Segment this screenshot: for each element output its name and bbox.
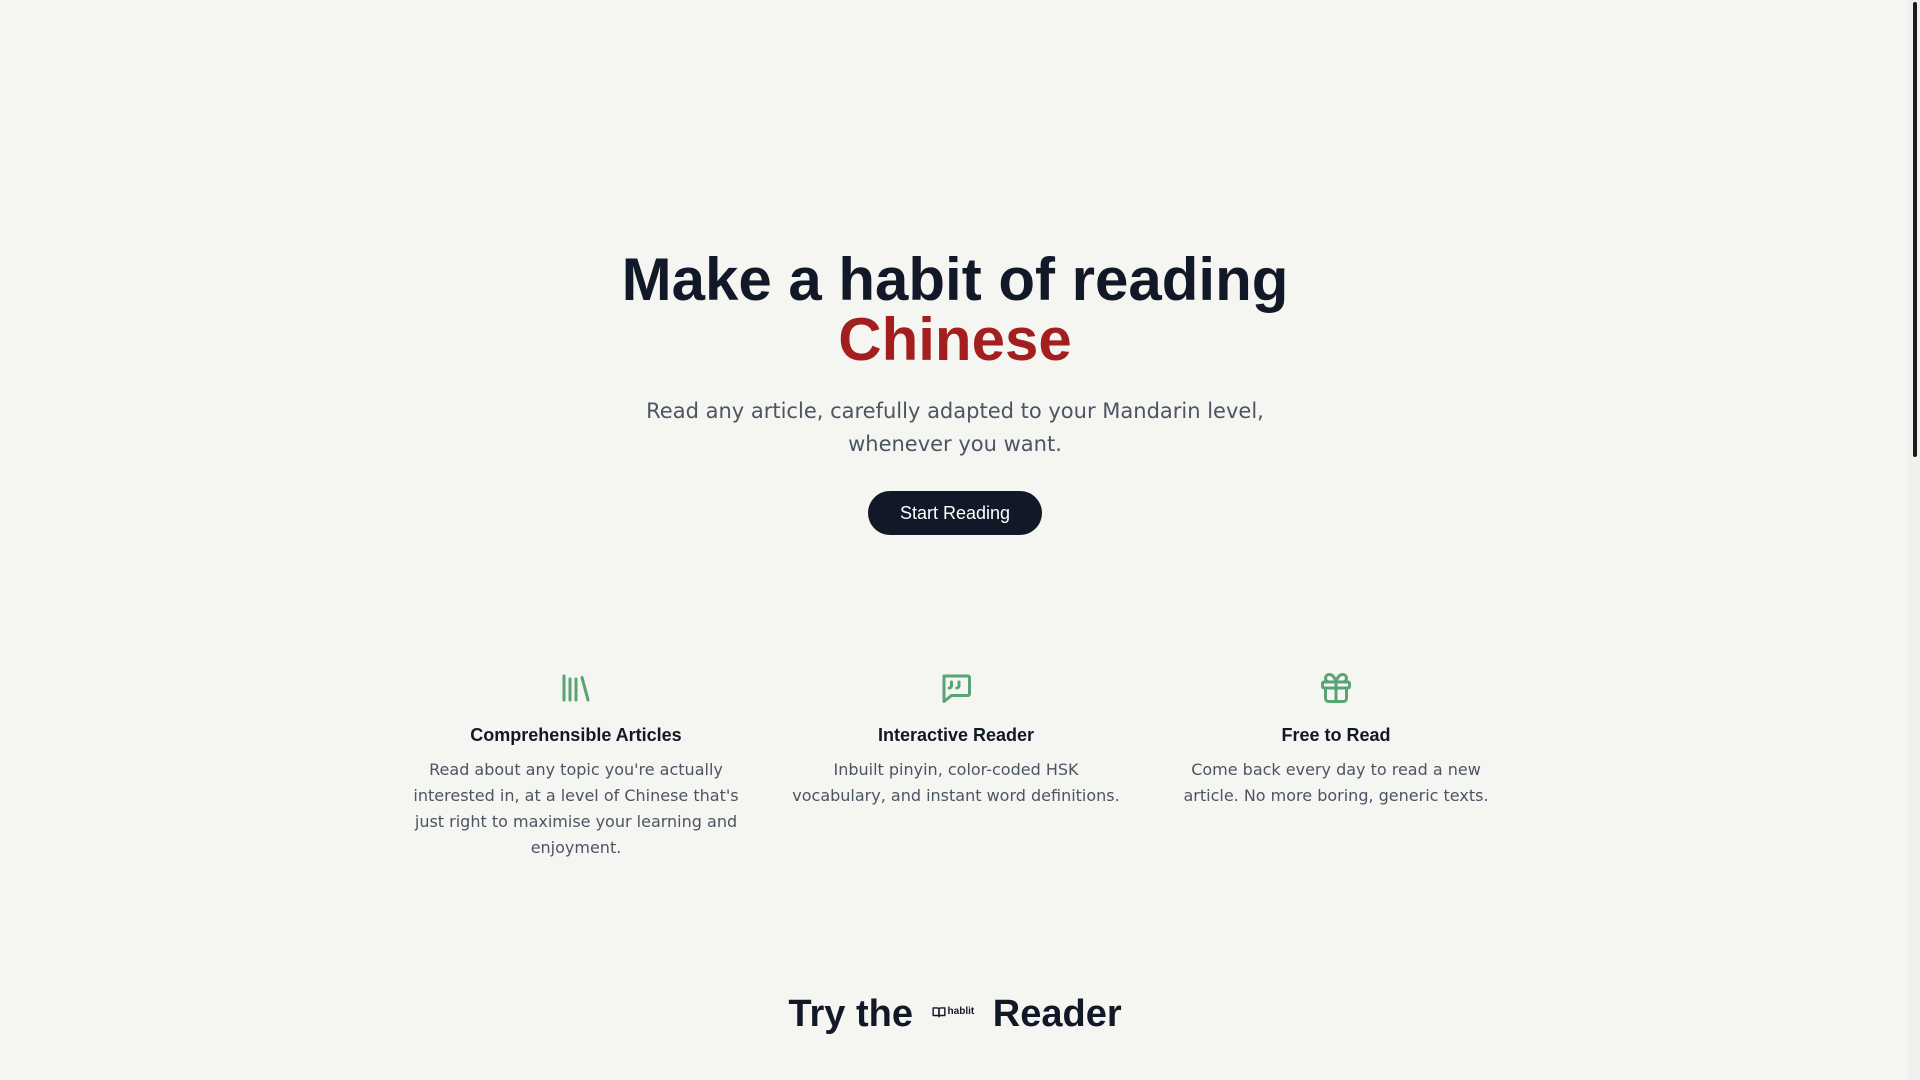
gift-icon <box>1321 673 1351 703</box>
hero-title-line1: Make a habit of reading <box>621 246 1289 313</box>
library-icon <box>562 674 590 702</box>
feature-title: Comprehensible Articles <box>470 725 682 745</box>
try-reader-heading: Try the hablit Reader <box>0 990 1910 1038</box>
scrollbar[interactable] <box>1908 0 1920 1080</box>
landing-page: Make a habit of reading Chinese Read any… <box>0 0 1920 1080</box>
feature-title: Interactive Reader <box>877 725 1035 745</box>
hero-title-accent: Chinese <box>838 306 1072 373</box>
try-suffix: Reader <box>992 993 1122 1035</box>
feature-interactive-reader: Interactive Reader Inbuilt pinyin, color… <box>766 670 1146 861</box>
feature-comprehensible-articles: Comprehensible Articles Read about any t… <box>386 670 766 861</box>
feature-title: Free to Read <box>1281 725 1391 745</box>
hablit-logo: hablit <box>932 1005 975 1018</box>
scrollbar-thumb[interactable] <box>1913 2 1917 457</box>
header-bar <box>330 18 1570 58</box>
feature-free-to-read: Free to Read Come back every day to read… <box>1146 670 1526 861</box>
try-prefix: Try the <box>788 993 913 1035</box>
feature-description: Inbuilt pinyin, color-coded HSK vocabula… <box>792 760 1120 805</box>
hero-section: Make a habit of reading Chinese Read any… <box>0 250 1910 535</box>
features-section: Comprehensible Articles Read about any t… <box>386 670 1526 861</box>
hero-subtitle: Read any article, carefully adapted to y… <box>646 399 1264 456</box>
hero-title: Make a habit of reading Chinese <box>0 250 1910 370</box>
quote-message-icon <box>942 674 971 703</box>
feature-description: Come back every day to read a new articl… <box>1183 760 1489 805</box>
book-icon <box>932 1007 946 1018</box>
feature-description: Read about any topic you're actually int… <box>413 760 739 857</box>
logo-text: hablit <box>947 1005 975 1017</box>
start-reading-button[interactable]: Start Reading <box>867 491 1043 535</box>
